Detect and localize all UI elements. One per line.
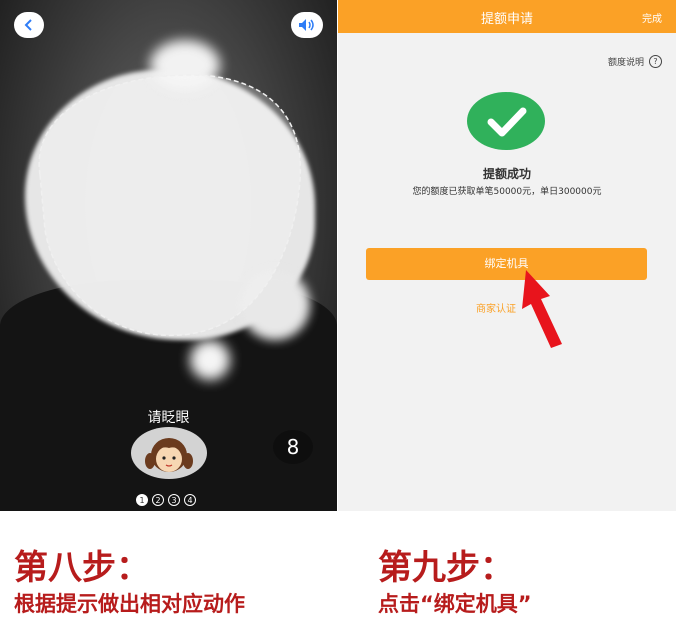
success-badge xyxy=(467,92,545,150)
avatar xyxy=(131,427,207,479)
help-icon: ? xyxy=(649,55,662,68)
done-button[interactable]: 完成 xyxy=(642,10,662,25)
countdown-timer: 8 xyxy=(273,430,313,464)
limit-application-screen: 提额申请 完成 额度说明 ? 提额成功 您的额度已获取单笔50000元，单日30… xyxy=(338,0,676,511)
chevron-left-icon xyxy=(24,19,32,31)
step-dot: 2 xyxy=(152,494,164,506)
speaker-icon xyxy=(299,19,314,31)
step-nine-title: 第九步： xyxy=(378,548,514,588)
page-title: 提额申请 xyxy=(480,12,533,27)
success-description: 您的额度已获取单笔50000元，单日300000元 xyxy=(412,187,602,197)
girl-avatar-icon xyxy=(145,438,193,472)
checkmark-icon xyxy=(487,107,527,137)
step-dot: 4 xyxy=(184,494,196,506)
limit-info-label: 额度说明 xyxy=(607,58,644,68)
blink-prompt: 请眨眼 xyxy=(147,410,190,426)
back-button[interactable] xyxy=(14,12,44,38)
step-eight-instruction: 根据提示做出相对应动作 xyxy=(14,592,245,616)
step-indicator: 1 2 3 4 xyxy=(136,494,196,506)
step-dot: 1 xyxy=(136,494,148,506)
red-arrow-icon xyxy=(522,270,562,348)
bind-device-button[interactable]: 绑定机具 xyxy=(366,248,647,280)
step-dot: 3 xyxy=(168,494,180,506)
top-bar: 提额申请 完成 xyxy=(338,0,676,33)
step-nine-instruction: 点击“绑定机具” xyxy=(378,592,532,616)
face-scan-screen: 请眨眼 8 1 2 3 4 xyxy=(0,0,337,511)
success-title: 提额成功 xyxy=(482,167,531,181)
step-eight-title: 第八步： xyxy=(14,548,150,588)
sound-button[interactable] xyxy=(291,12,323,38)
merchant-verification-link[interactable]: 商家认证 xyxy=(476,300,516,315)
limit-info-link[interactable]: 额度说明 ? xyxy=(608,55,662,68)
